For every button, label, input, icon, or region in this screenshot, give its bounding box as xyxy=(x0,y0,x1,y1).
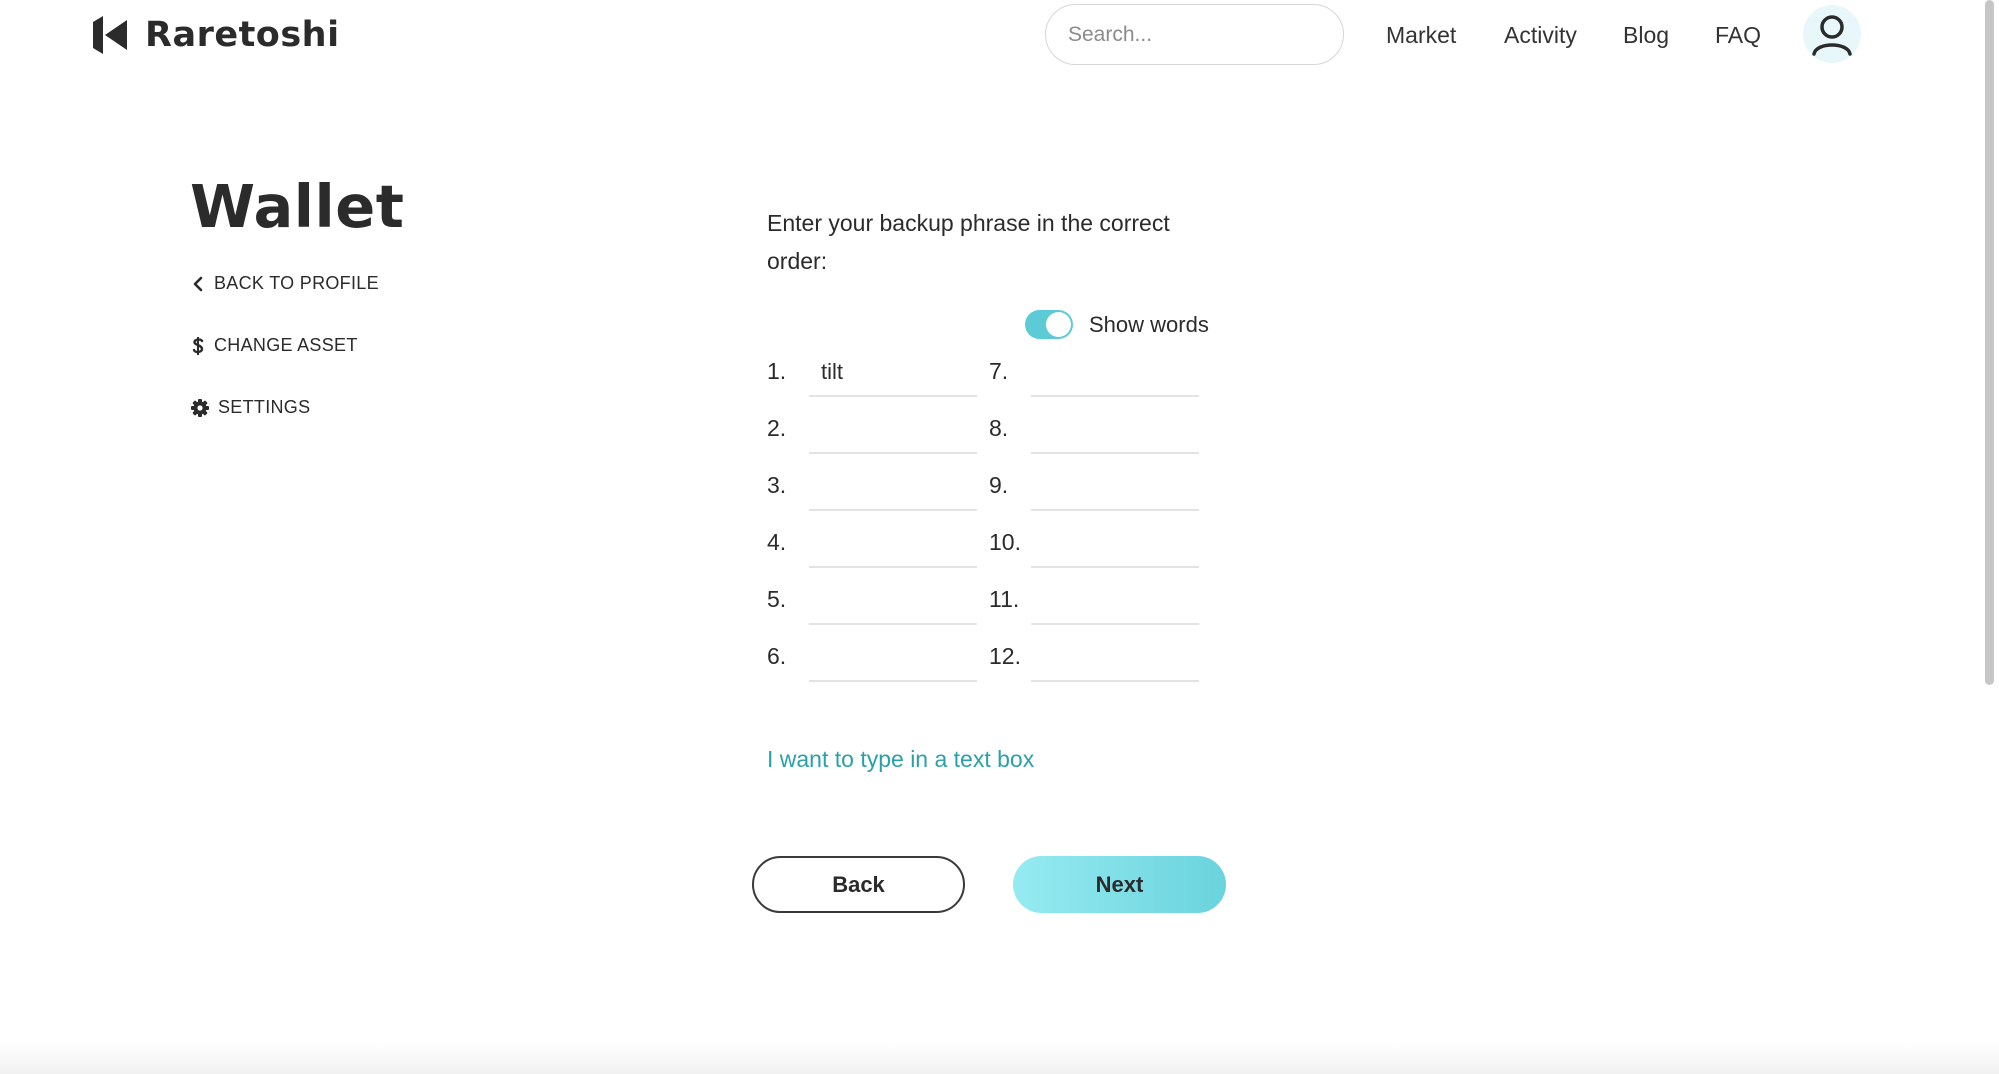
word-number: 7. xyxy=(989,358,1009,384)
nav-blog[interactable]: Blog xyxy=(1623,22,1669,49)
sidebar-item-label: BACK TO PROFILE xyxy=(214,273,379,293)
word-row-2: 2. xyxy=(767,410,977,454)
sidebar-item-back-to-profile[interactable]: BACK TO PROFILE xyxy=(191,273,379,294)
brand-logo[interactable]: Raretoshi xyxy=(91,14,340,56)
word-input-4[interactable] xyxy=(809,524,977,568)
word-input-9[interactable] xyxy=(1031,467,1199,511)
nav-activity[interactable]: Activity xyxy=(1504,22,1577,49)
search-bar[interactable] xyxy=(1045,4,1344,65)
show-words-label: Show words xyxy=(1089,311,1209,337)
word-number: 9. xyxy=(989,472,1009,498)
word-row-9: 9. xyxy=(989,467,1199,511)
page-title: Wallet xyxy=(190,172,405,241)
word-input-11[interactable] xyxy=(1031,581,1199,625)
word-row-5: 5. xyxy=(767,581,977,625)
word-number: 1. xyxy=(767,358,787,384)
word-input-10[interactable] xyxy=(1031,524,1199,568)
avatar[interactable] xyxy=(1803,5,1861,63)
back-button[interactable]: Back xyxy=(752,856,965,913)
next-button[interactable]: Next xyxy=(1013,856,1226,913)
word-number: 3. xyxy=(767,472,787,498)
brand-name: Raretoshi xyxy=(145,15,340,55)
dollar-icon xyxy=(191,336,205,355)
word-number: 6. xyxy=(767,643,787,669)
show-words-toggle[interactable] xyxy=(1025,310,1073,339)
user-icon xyxy=(1812,15,1852,56)
sidebar-item-label: SETTINGS xyxy=(218,397,311,417)
nav-faq[interactable]: FAQ xyxy=(1715,22,1761,49)
word-number: 5. xyxy=(767,586,787,612)
page: Raretoshi Market Activity Blog FAQ Walle… xyxy=(0,0,1999,1074)
word-row-3: 3. xyxy=(767,467,977,511)
word-number: 4. xyxy=(767,529,787,555)
search-input[interactable] xyxy=(1068,22,1339,47)
word-number: 10. xyxy=(989,529,1021,555)
word-row-1: 1. xyxy=(767,353,977,397)
sidebar-item-change-asset[interactable]: CHANGE ASSET xyxy=(191,335,358,356)
nav-market[interactable]: Market xyxy=(1386,22,1456,49)
word-input-8[interactable] xyxy=(1031,410,1199,454)
sidebar-item-settings[interactable]: SETTINGS xyxy=(191,397,310,418)
word-row-11: 11. xyxy=(989,581,1199,625)
word-input-12[interactable] xyxy=(1031,638,1199,682)
show-words-toggle-group: Show words xyxy=(1025,310,1209,339)
word-row-4: 4. xyxy=(767,524,977,568)
word-row-8: 8. xyxy=(989,410,1199,454)
scrollbar[interactable] xyxy=(1985,0,1994,685)
word-number: 12. xyxy=(989,643,1021,669)
bottom-edge xyxy=(0,1042,1999,1074)
word-input-7[interactable] xyxy=(1031,353,1199,397)
word-input-2[interactable] xyxy=(809,410,977,454)
type-in-text-box-link[interactable]: I want to type in a text box xyxy=(767,746,1034,773)
word-row-10: 10. xyxy=(989,524,1199,568)
backup-phrase-instruction: Enter your backup phrase in the correct … xyxy=(767,210,1170,274)
sidebar-item-label: CHANGE ASSET xyxy=(214,335,358,355)
gear-icon xyxy=(191,398,209,417)
chevron-left-icon xyxy=(191,275,205,293)
word-row-12: 12. xyxy=(989,638,1199,682)
word-input-5[interactable] xyxy=(809,581,977,625)
word-input-6[interactable] xyxy=(809,638,977,682)
word-row-7: 7. xyxy=(989,353,1199,397)
raretoshi-logo-icon xyxy=(93,16,127,54)
word-number: 2. xyxy=(767,415,787,441)
toggle-knob xyxy=(1046,312,1071,337)
word-row-6: 6. xyxy=(767,638,977,682)
word-number: 11. xyxy=(989,586,1020,612)
word-input-1[interactable] xyxy=(809,353,977,397)
word-input-3[interactable] xyxy=(809,467,977,511)
word-number: 8. xyxy=(989,415,1009,441)
